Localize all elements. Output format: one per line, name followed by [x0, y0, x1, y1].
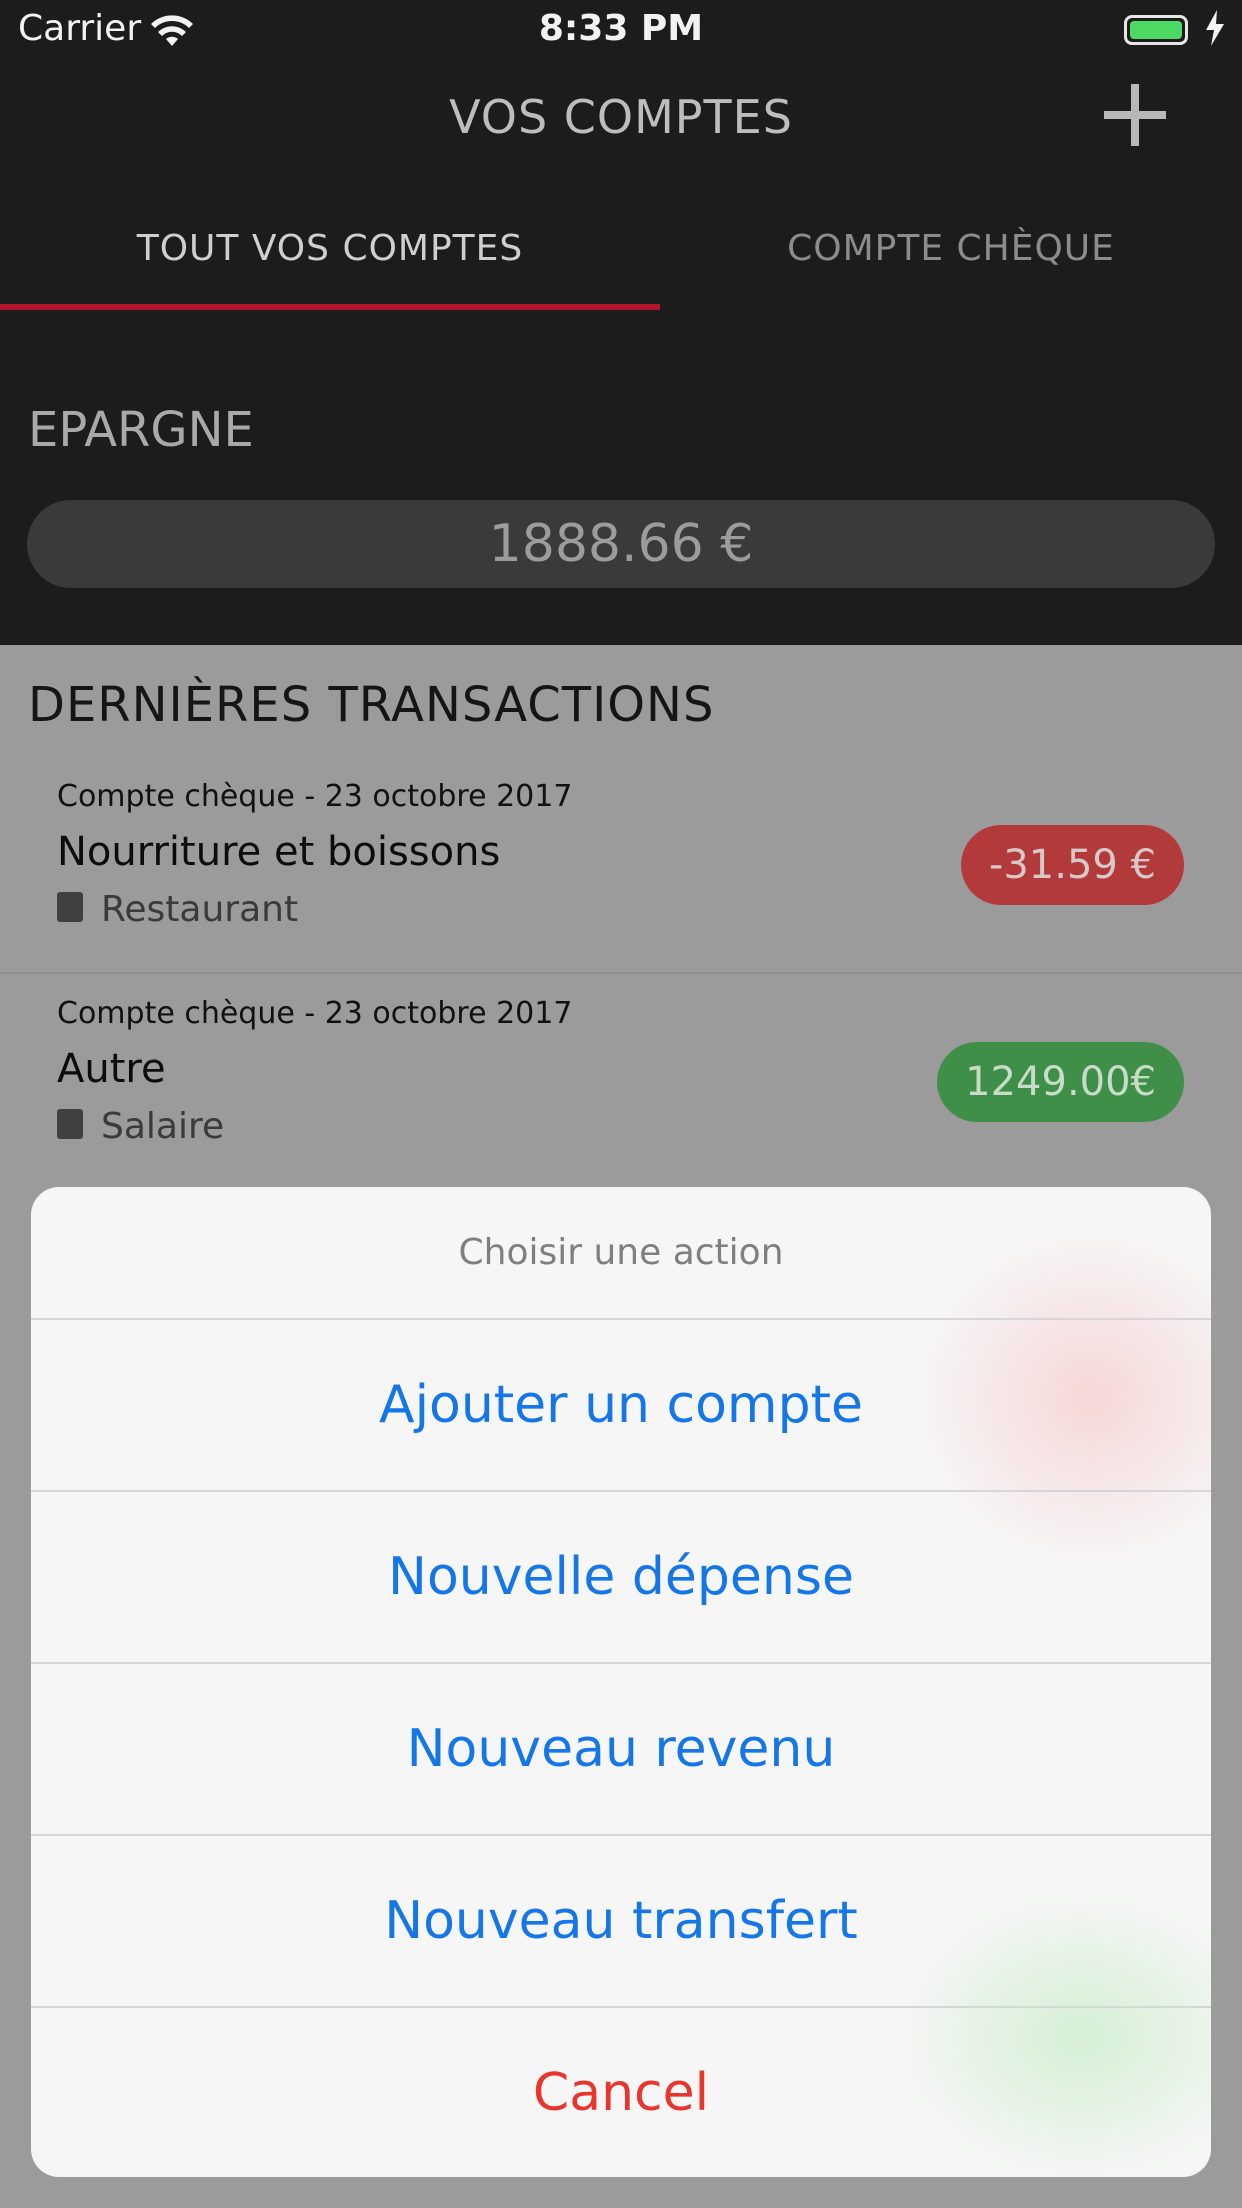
transaction-amount-badge: -31.59 €: [960, 825, 1184, 905]
transaction-category-label: Salaire: [101, 1106, 225, 1147]
transaction-row[interactable]: Compte chèque - 23 octobre 2017 Autre Sa…: [0, 972, 1242, 1189]
status-time: 8:33 PM: [538, 8, 704, 49]
savings-balance[interactable]: 1888.66 €: [27, 500, 1215, 588]
battery-icon: [1124, 15, 1188, 45]
battery-level: [1130, 21, 1182, 39]
transaction-category: Restaurant: [57, 889, 298, 930]
action-sheet: Choisir une action Ajouter un compte Nou…: [31, 1187, 1211, 2177]
cancel-button[interactable]: Cancel: [31, 2006, 1211, 2177]
tab-checking-account[interactable]: COMPTE CHÈQUE: [660, 228, 1242, 269]
transaction-meta: Compte chèque - 23 octobre 2017: [57, 779, 573, 814]
transaction-meta: Compte chèque - 23 octobre 2017: [57, 996, 573, 1031]
recent-transactions-heading: DERNIÈRES TRANSACTIONS: [28, 677, 715, 733]
transaction-title: Autre: [57, 1046, 166, 1092]
transaction-row[interactable]: Compte chèque - 23 octobre 2017 Nourritu…: [0, 757, 1242, 972]
page-title: VOS COMPTES: [449, 90, 793, 144]
transaction-category: Salaire: [57, 1106, 224, 1147]
new-transfer-button[interactable]: Nouveau transfert: [31, 1834, 1211, 2005]
new-expense-button[interactable]: Nouvelle dépense: [31, 1490, 1211, 1661]
transaction-title: Nourriture et boissons: [57, 829, 501, 875]
transaction-category-label: Restaurant: [101, 889, 299, 930]
transaction-amount-badge: 1249.00€: [937, 1042, 1184, 1122]
add-button[interactable]: [1100, 80, 1170, 150]
add-account-button[interactable]: Ajouter un compte: [31, 1318, 1211, 1489]
app-screen: Carrier 8:33 PM VOS COMPTES TOUT VOS COM…: [0, 0, 1242, 2208]
status-bar: Carrier 8:33 PM: [0, 0, 1242, 60]
savings-label: EPARGNE: [28, 402, 254, 458]
action-sheet-title: Choisir une action: [458, 1232, 784, 1273]
tab-all-accounts[interactable]: TOUT VOS COMPTES: [0, 228, 660, 269]
document-icon: [57, 892, 83, 922]
new-income-button[interactable]: Nouveau revenu: [31, 1662, 1211, 1833]
document-icon: [57, 1109, 83, 1139]
header-area: Carrier 8:33 PM VOS COMPTES TOUT VOS COM…: [0, 0, 1242, 645]
charging-bolt-icon: [1206, 10, 1224, 46]
active-tab-indicator: [0, 304, 660, 310]
